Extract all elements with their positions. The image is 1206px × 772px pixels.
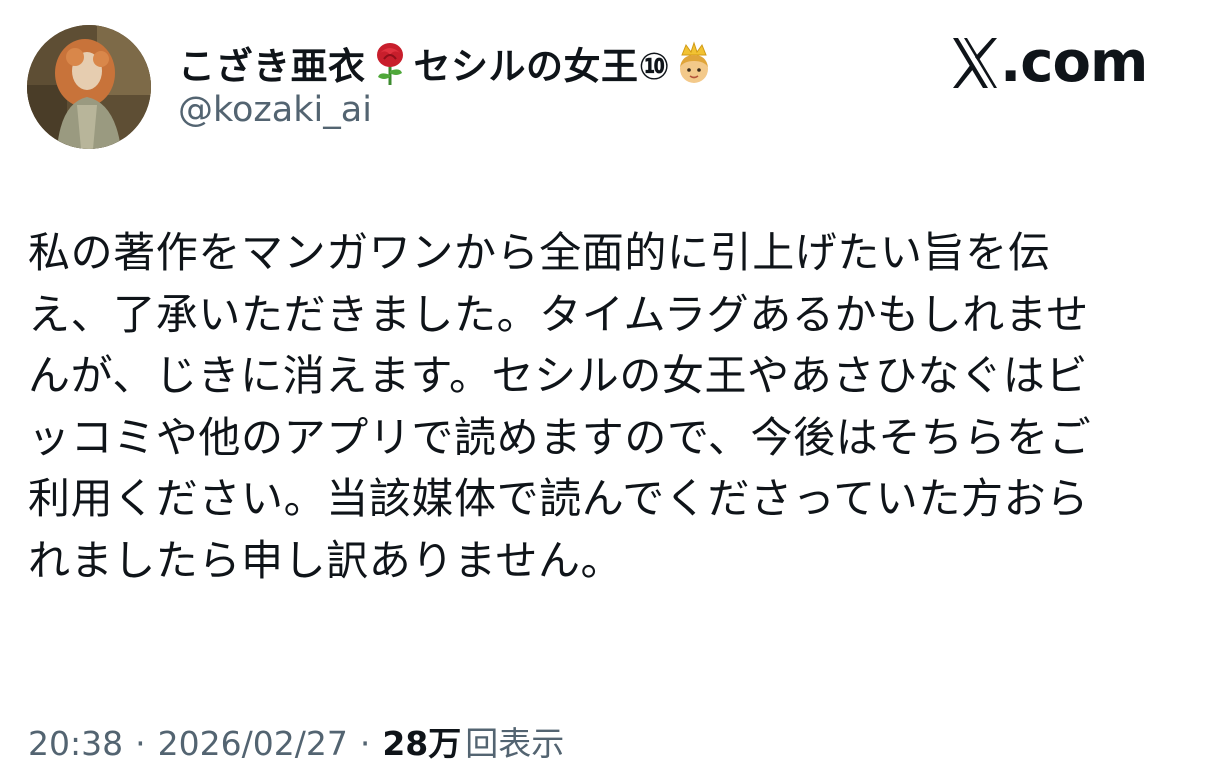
tweet-line: え、了承いただきました。タイムラグあるかもしれませ [28, 289, 1089, 339]
views-count[interactable]: 28万 [382, 717, 461, 765]
meta-separator: · [135, 724, 146, 763]
brand-text: .com [1000, 30, 1148, 95]
meta-separator: · [359, 724, 371, 763]
princess-icon [674, 41, 714, 85]
tweet-line: んが、じきに消えます。セシルの女王やあさひなぐはビ [28, 351, 1088, 400]
tweet-time[interactable]: 20:38 [28, 724, 123, 763]
author-display-name[interactable]: こざき亜衣 [178, 36, 366, 90]
tweet-line: ッコミや他のアプリで読めますので、今後はそちらをご [28, 412, 1092, 462]
tweet-date[interactable]: 2026/02/27 [158, 724, 348, 763]
tweet-line: 私の著作をマンガワンから全面的に引上げたい旨を伝 [28, 228, 1051, 277]
x-logo-icon [950, 35, 1000, 91]
tweet-meta: 20:38 · 2026/02/27 · 28万 回表示 [28, 717, 564, 765]
tweet-line: 利用ください。当該媒体で読んでくださっていた方おら [28, 474, 1089, 523]
avatar[interactable] [27, 25, 151, 149]
tweet-text: 私の著作をマンガワンから全面的に引上げたい旨を伝 え、了承いただきました。タイム… [28, 222, 1178, 591]
author-display-name-suffix[interactable]: セシルの女王⑩ [414, 36, 671, 90]
rose-icon [370, 41, 410, 85]
views-label: 回表示 [465, 724, 565, 763]
author-name-row[interactable]: こざき亜衣 セシルの女王⑩ [178, 36, 718, 90]
tweet-line: れましたら申し訳ありません。 [28, 535, 624, 585]
brand-watermark: .com [950, 30, 1148, 96]
author-handle[interactable]: @kozaki_ai [178, 90, 372, 130]
